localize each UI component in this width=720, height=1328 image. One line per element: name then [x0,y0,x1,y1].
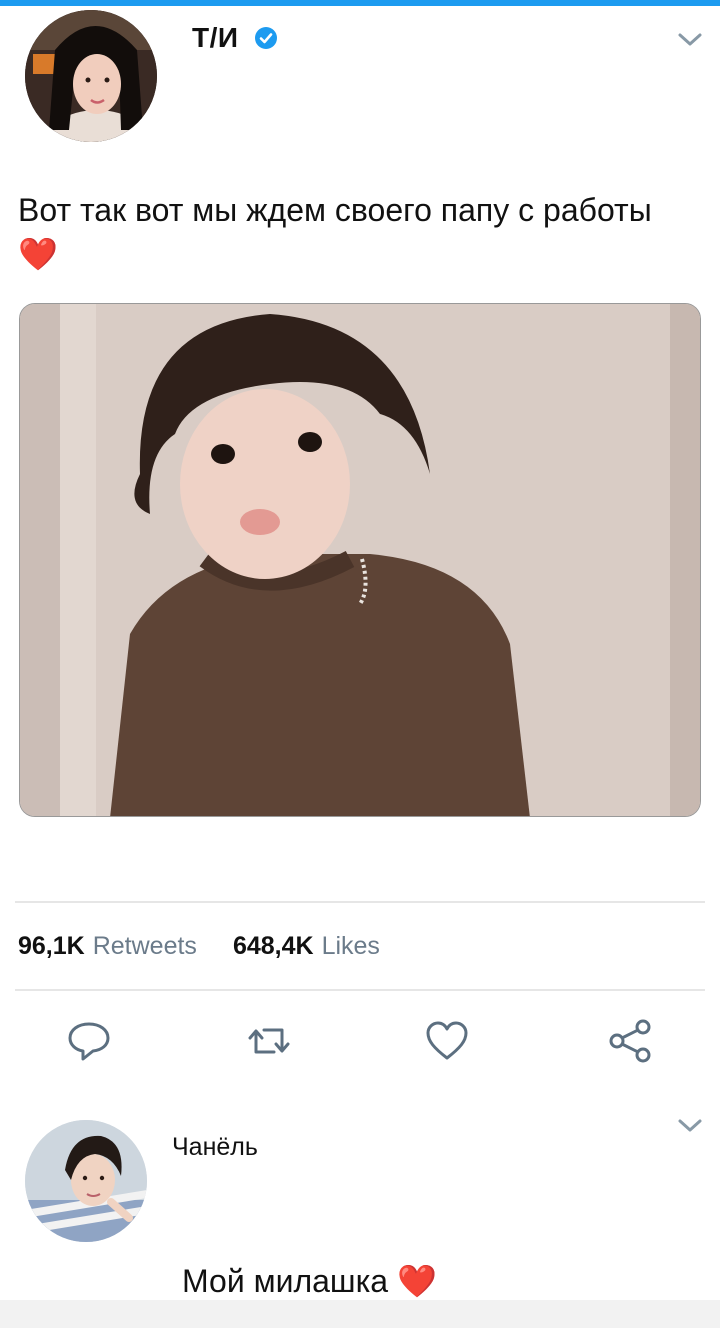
verified-badge-icon [255,27,277,49]
reply-text-body: Мой милашка [182,1263,389,1299]
top-accent-bar [0,0,720,6]
likes-label[interactable]: Likes [322,932,380,961]
divider [15,989,705,991]
reply-icon[interactable] [66,1018,112,1064]
bottom-bar [0,1300,720,1328]
tweet-text-body: Вот так вот мы ждем своего папу с работы [18,192,652,228]
tweet-text: Вот так вот мы ждем своего папу с работы… [18,188,698,276]
reply-author-avatar[interactable] [25,1120,147,1242]
chevron-down-icon[interactable] [677,32,703,48]
likes-count[interactable]: 648,4K [233,932,314,961]
retweets-label[interactable]: Retweets [93,932,197,961]
retweets-count[interactable]: 96,1K [18,932,85,961]
like-icon[interactable] [424,1018,470,1064]
divider [15,901,705,903]
author-avatar[interactable] [25,10,157,142]
reply-author-name[interactable]: Чанёль [172,1133,258,1162]
share-icon[interactable] [607,1018,653,1064]
tweet-photo[interactable] [19,303,701,817]
reply-text: Мой милашка ❤️ [182,1262,437,1300]
author-name[interactable]: Т/И [192,22,239,54]
chevron-down-icon[interactable] [677,1118,703,1134]
heart-emoji: ❤️ [18,236,58,272]
heart-emoji: ❤️ [396,1263,437,1299]
tweet-stats: 96,1K Retweets 648,4K Likes [18,932,416,961]
retweet-icon[interactable] [246,1018,292,1064]
